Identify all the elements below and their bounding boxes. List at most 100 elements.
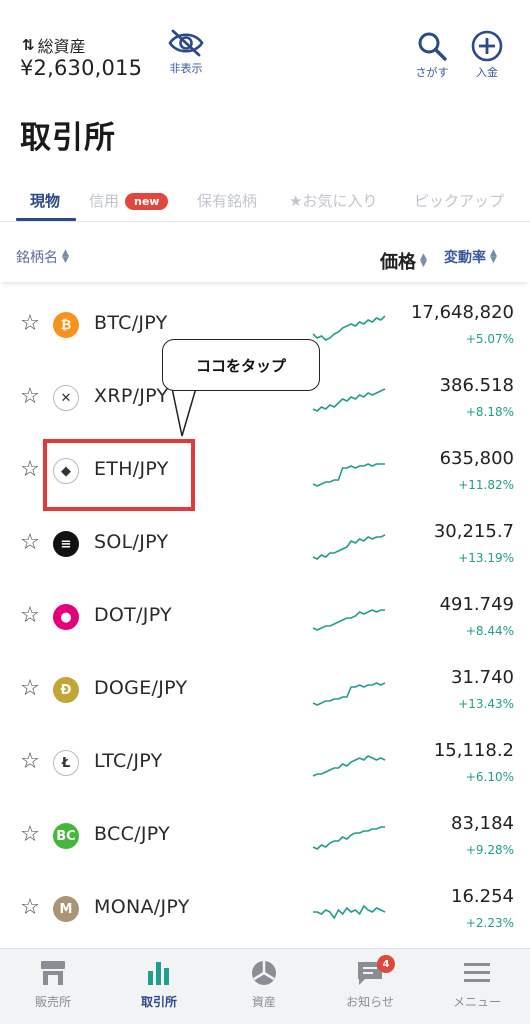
market-tabs: 現物 信用 new 保有銘柄 ★お気に入り ピックアップ [0, 180, 530, 222]
nav-store[interactable]: 販売所 [8, 959, 98, 1010]
sort-by-name[interactable]: 銘柄名 ▲ ▼ [16, 247, 69, 267]
sparkline-path [312, 463, 385, 487]
favorite-star-icon[interactable]: ☆ [18, 823, 42, 847]
pair-change: +13.19% [458, 551, 514, 565]
tab-favorites[interactable]: ★お気に入り [289, 190, 377, 211]
price-sparkline [312, 388, 386, 412]
store-icon [41, 961, 65, 985]
nav-assets-label: 資産 [251, 995, 276, 1009]
nav-notifications[interactable]: 4 お知らせ [325, 955, 415, 1010]
hide-label: 非表示 [169, 62, 203, 75]
hide-button[interactable]: 非表示 [162, 28, 210, 76]
coin-logo-icon: ✕ [53, 385, 79, 411]
coin-row[interactable]: ☆ Ł LTC/JPY 15,118.2 +6.10% [0, 728, 530, 801]
pair-price: 31.740 [451, 667, 514, 688]
favorite-star-icon[interactable]: ☆ [18, 312, 42, 336]
pair-name: BCC/JPY [94, 823, 170, 845]
pair-change: +2.23% [465, 916, 514, 930]
pair-change: +6.10% [465, 770, 514, 784]
price-sparkline [312, 609, 385, 631]
search-button[interactable]: さがす [408, 30, 456, 80]
bottom-nav: 販売所 取引所 資産 4 お知らせ メニュー [0, 948, 530, 1024]
pair-name: XRP/JPY [94, 385, 169, 407]
pair-name: MONA/JPY [94, 896, 190, 918]
coin-row[interactable]: ☆ ≡ SOL/JPY 30,215.7 +13.19% [0, 509, 530, 582]
coin-logo-icon: BC [53, 823, 79, 849]
pair-change: +8.18% [465, 405, 514, 419]
price-sparkline [312, 826, 385, 850]
search-label: さがす [415, 66, 449, 79]
nav-store-label: 販売所 [34, 995, 71, 1009]
pair-name: DOGE/JPY [94, 677, 188, 699]
nav-exchange[interactable]: 取引所 [114, 959, 204, 1010]
pair-name: BTC/JPY [94, 312, 168, 334]
favorite-star-icon[interactable]: ☆ [18, 531, 42, 555]
total-assets-text: 総資産 [37, 37, 86, 56]
coin-logo-icon: ₿ [53, 312, 79, 338]
total-assets-label: ⇅ 総資産 [22, 33, 86, 57]
favorite-star-icon[interactable]: ☆ [18, 458, 42, 482]
coin-logo-icon: Ł [53, 750, 79, 776]
sparkline-path [312, 755, 386, 777]
price-sparkline [312, 315, 386, 341]
sort-arrows-icon: ▲ ▼ [62, 248, 69, 265]
tab-pickup[interactable]: ピックアップ [414, 190, 504, 211]
total-assets-value: ¥2,630,015 [20, 56, 143, 80]
tap-here-callout: ココをタップ [162, 339, 320, 391]
tab-margin-label: 信用 [89, 192, 120, 210]
sparkline-path [312, 388, 386, 412]
sparkline-path [312, 826, 385, 850]
pair-price: 83,184 [451, 813, 514, 834]
price-sparkline [312, 755, 386, 777]
new-badge: new [125, 193, 169, 210]
header: ⇅ 総資産 ¥2,630,015 非表示 さがす 入金 [0, 0, 530, 100]
tab-holdings[interactable]: 保有銘柄 [197, 190, 257, 211]
sort-arrows-icon: ▲ ▼ [490, 248, 497, 265]
sparkline-path [312, 682, 386, 706]
tab-spot[interactable]: 現物 [30, 190, 60, 211]
coin-row[interactable]: ☆ M MONA/JPY 16.254 +2.23% [0, 874, 530, 947]
sparkline-path [312, 534, 386, 560]
page-title: 取引所 [20, 120, 116, 156]
coin-row[interactable]: ☆ ● DOT/JPY 491.749 +8.44% [0, 582, 530, 655]
favorite-star-icon[interactable]: ☆ [18, 604, 42, 628]
pair-price: 491.749 [439, 594, 514, 615]
menu-icon [464, 963, 490, 982]
coin-row[interactable]: ☆ Ð DOGE/JPY 31.740 +13.43% [0, 655, 530, 728]
pair-name: DOT/JPY [94, 604, 172, 626]
plus-circle-icon [471, 30, 503, 62]
favorite-star-icon[interactable]: ☆ [18, 677, 42, 701]
deposit-button[interactable]: 入金 [464, 30, 510, 80]
eth-highlight-box [43, 439, 195, 511]
sort-price-label: 価格 [380, 252, 416, 273]
deposit-label: 入金 [476, 66, 498, 79]
pair-name: SOL/JPY [94, 531, 169, 553]
sort-bar: 銘柄名 ▲ ▼ 価格 ▲ ▼ 変動率 ▲ ▼ [0, 236, 530, 282]
sort-by-change[interactable]: 変動率 ▲ ▼ [444, 247, 497, 267]
notification-count-badge: 4 [377, 955, 395, 973]
nav-menu[interactable]: メニュー [432, 959, 522, 1010]
coin-row[interactable]: ☆ BC BCC/JPY 83,184 +9.28% [0, 801, 530, 874]
coin-logo-icon: ≡ [53, 531, 79, 557]
tab-margin[interactable]: 信用 new [89, 190, 169, 211]
swap-arrows-icon[interactable]: ⇅ [22, 36, 35, 54]
callout-text: ココをタップ [195, 356, 286, 375]
nav-exchange-label: 取引所 [140, 995, 177, 1009]
pair-name: LTC/JPY [94, 750, 163, 772]
pair-price: 15,118.2 [433, 740, 514, 761]
coin-logo-icon: M [53, 896, 79, 922]
active-tab-indicator [16, 218, 76, 221]
nav-assets[interactable]: 資産 [219, 959, 309, 1010]
sparkline-path [312, 315, 386, 341]
coin-logo-icon: ● [53, 604, 79, 630]
favorite-star-icon[interactable]: ☆ [18, 896, 42, 920]
favorite-star-icon[interactable]: ☆ [18, 750, 42, 774]
pair-change: +5.07% [465, 332, 514, 346]
pair-price: 635,800 [439, 448, 514, 469]
favorite-star-icon[interactable]: ☆ [18, 385, 42, 409]
price-sparkline [312, 463, 385, 487]
pair-price: 386.518 [439, 375, 514, 396]
pair-change: +11.82% [458, 478, 514, 492]
search-icon [418, 32, 447, 61]
price-sparkline [312, 682, 386, 706]
